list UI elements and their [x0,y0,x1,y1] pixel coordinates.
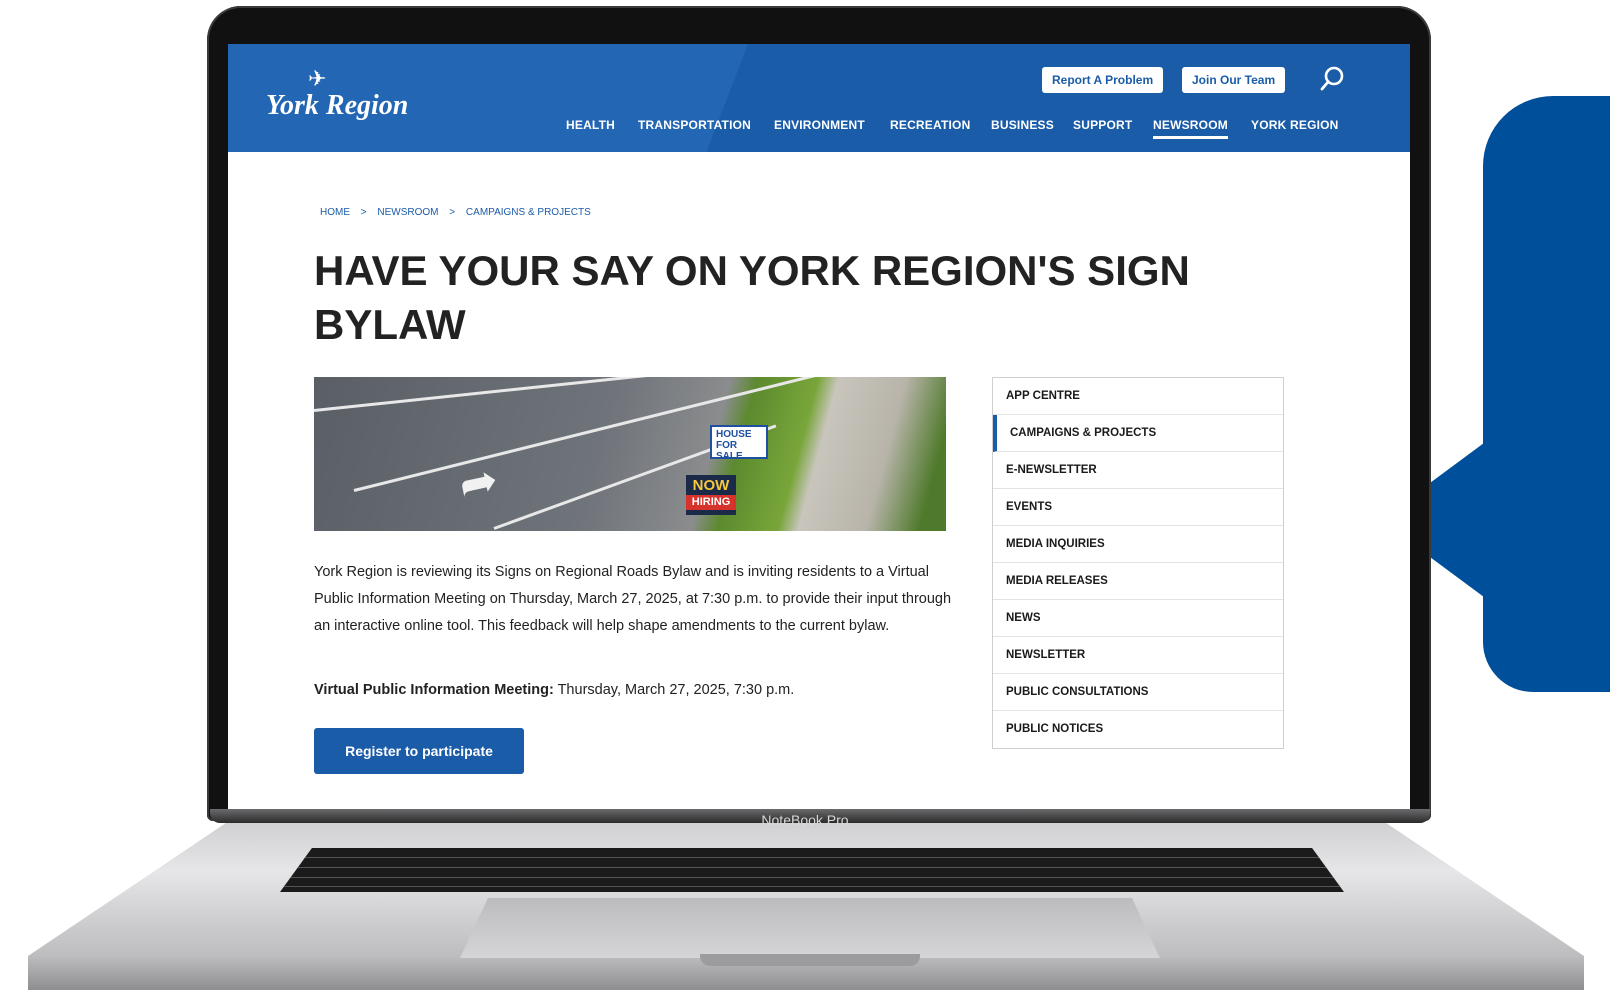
nav-newsroom[interactable]: NEWSROOM [1153,118,1228,139]
sidebar-item-newsletter[interactable]: NEWSLETTER [993,637,1283,674]
speech-bubble [1483,96,1610,692]
sidebar-item-public-consultations[interactable]: PUBLIC CONSULTATIONS [993,674,1283,711]
device-label: NoteBook Pro [761,812,849,828]
sidebar-item-public-notices[interactable]: PUBLIC NOTICES [993,711,1283,748]
breadcrumb-separator: > [360,207,367,218]
main-nav: HEALTH TRANSPORTATION ENVIRONMENT RECREA… [228,118,1410,146]
breadcrumb-campaigns[interactable]: CAMPAIGNS & PROJECTS [466,207,591,218]
meeting-value: Thursday, March 27, 2025, 7:30 p.m. [553,682,795,698]
nav-health[interactable]: HEALTH [566,118,615,132]
now-text: NOW [692,477,730,494]
nav-support[interactable]: SUPPORT [1073,118,1132,132]
browser-screen: ✈ York Region Report A Problem Join Our … [228,44,1410,809]
house-for-sale-sign: HOUSE FOR SALE [710,425,768,462]
nav-york-region[interactable]: YORK REGION [1251,118,1339,132]
sidebar-item-news[interactable]: NEWS [993,600,1283,637]
site-header: ✈ York Region Report A Problem Join Our … [228,44,1410,152]
search-icon[interactable] [1319,64,1347,97]
breadcrumb: HOME > NEWSROOM > CAMPAIGNS & PROJECTS [320,207,599,218]
sidebar-item-media-releases[interactable]: MEDIA RELEASES [993,563,1283,600]
sidebar-item-campaigns-projects[interactable]: CAMPAIGNS & PROJECTS [993,415,1283,452]
meeting-label: Virtual Public Information Meeting: [314,682,554,698]
page-title: HAVE YOUR SAY ON YORK REGION'S SIGN BYLA… [314,247,1190,348]
sidebar-item-app-centre[interactable]: APP CENTRE [993,378,1283,415]
breadcrumb-separator: > [449,207,456,218]
laptop-front-lip [700,954,920,966]
breadcrumb-newsroom[interactable]: NEWSROOM [377,207,438,218]
hiring-text: HIRING [686,495,736,510]
breadcrumb-home[interactable]: HOME [320,207,350,218]
hero-image: ➦ HOUSE FOR SALE NOW HIRING [314,377,946,531]
nav-business[interactable]: BUSINESS [991,118,1054,132]
laptop-trackpad [460,898,1160,958]
road-arrow-icon: ➦ [454,452,503,512]
report-problem-button[interactable]: Report A Problem [1042,67,1164,93]
now-hiring-sign: NOW HIRING [686,475,736,515]
sidebar-item-e-newsletter[interactable]: E-NEWSLETTER [993,452,1283,489]
sidebar-item-events[interactable]: EVENTS [993,489,1283,526]
meeting-info: Virtual Public Information Meeting: Thur… [314,682,794,698]
nav-recreation[interactable]: RECREATION [890,118,970,132]
join-our-team-button[interactable]: Join Our Team [1182,67,1286,93]
sidebar-menu: APP CENTRE CAMPAIGNS & PROJECTS E-NEWSLE… [992,377,1284,749]
york-region-logo-mark-icon: ✈ [308,66,327,91]
nav-transportation[interactable]: TRANSPORTATION [638,118,751,132]
nav-environment[interactable]: ENVIRONMENT [774,118,865,132]
sidebar-item-media-inquiries[interactable]: MEDIA INQUIRIES [993,526,1283,563]
laptop-keyboard [280,848,1344,892]
register-button[interactable]: Register to participate [314,728,524,774]
article-body: York Region is reviewing its Signs on Re… [314,564,952,634]
